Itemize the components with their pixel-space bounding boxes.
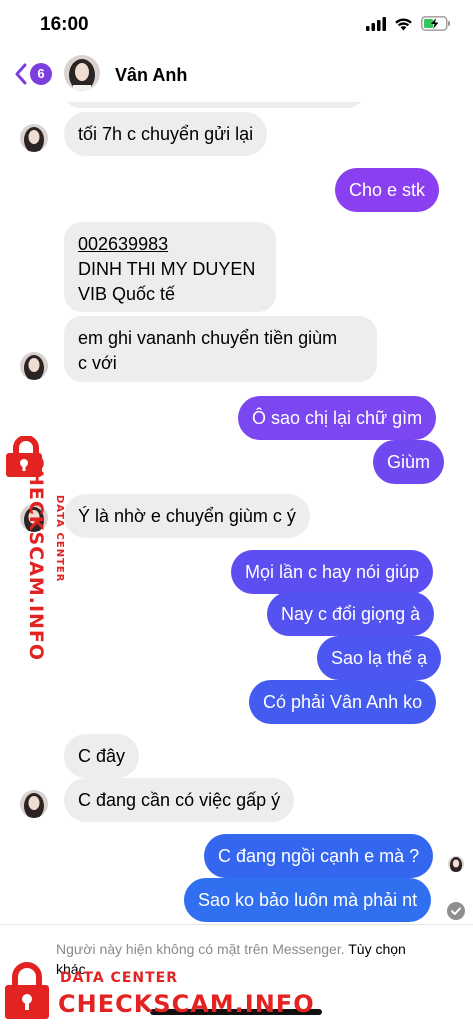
message-bubble-incoming[interactable]: C đây — [64, 734, 140, 778]
messenger-chat-screen: 16:00 6 Vân Anh tối 7h c chuyển gửi lại … — [0, 0, 473, 1024]
message-bubble-incoming[interactable]: em ghi vananh chuyển tiền giùm c với — [64, 316, 377, 382]
watermark-brand: CHECKSCAM.INFO — [58, 990, 315, 1018]
lock-icon — [5, 962, 49, 1019]
sender-avatar — [20, 352, 48, 380]
message-bubble-outgoing[interactable]: Nay c đổi giọng à — [267, 592, 435, 636]
message-bubble-outgoing[interactable]: Sao lạ thế ạ — [317, 636, 442, 680]
message-line: em ghi vananh chuyển tiền giùm — [78, 328, 338, 348]
message-bubble-outgoing[interactable]: Giùm — [373, 440, 445, 484]
message-list[interactable]: tối 7h c chuyển gửi lại Cho e stk 002639… — [0, 102, 473, 924]
message-bubble-outgoing[interactable]: C đang ngồi cạnh e mà ? — [204, 834, 434, 878]
message-bubble-outgoing[interactable]: Có phải Vân Anh ko — [249, 680, 437, 724]
chevron-left-icon — [15, 63, 27, 85]
status-icons — [366, 16, 451, 31]
account-info-bubble[interactable]: 002639983 DINH THI MY DUYEN VIB Quốc tế — [64, 222, 276, 312]
message-bubble-outgoing[interactable]: Ô sao chị lại chữ gìm — [238, 396, 437, 440]
message-bubble-outgoing[interactable]: Sao ko bảo luôn mà phải nt — [184, 878, 432, 922]
status-bar: 16:00 — [0, 0, 473, 50]
account-holder-name: DINH THI MY DUYEN — [78, 259, 256, 279]
status-time: 16:00 — [40, 14, 89, 35]
battery-charging-icon — [421, 16, 450, 31]
wifi-icon — [395, 17, 412, 30]
message-bubble-incoming[interactable]: C đang cần có việc gấp ý — [64, 778, 295, 822]
read-receipt-avatar — [448, 856, 464, 872]
sender-avatar — [20, 790, 48, 818]
message-bubble-incoming[interactable]: tối 7h c chuyển gửi lại — [64, 112, 268, 156]
bank-name: VIB Quốc tế — [78, 284, 176, 304]
watermark-brand: CHECKSCAM.INFO — [25, 455, 47, 662]
message-bubble-outgoing[interactable]: Cho e stk — [335, 168, 440, 212]
message-bubble-incoming[interactable]: Ý là nhờ e chuyển giùm c ý — [64, 494, 310, 538]
watermark-side: CHECKSCAM.INFO DATA CENTER — [2, 436, 65, 676]
notice-text: Người này hiện không có mặt trên Messeng… — [56, 941, 345, 957]
contact-name[interactable]: Vân Anh — [115, 65, 187, 86]
watermark-side-text: CHECKSCAM.INFO DATA CENTER — [25, 455, 65, 695]
message-bubble-outgoing[interactable]: Mọi lần c hay nói giúp — [231, 550, 434, 594]
unread-count-badge: 6 — [30, 63, 52, 85]
cellular-signal-icon — [366, 16, 386, 31]
watermark-bottom: DATA CENTER CHECKSCAM.INFO — [4, 960, 314, 1022]
delivered-check-icon — [447, 902, 465, 920]
contact-avatar[interactable] — [64, 55, 100, 91]
message-bubble-partial[interactable] — [64, 102, 364, 108]
watermark-label: DATA CENTER — [60, 970, 178, 986]
watermark-label: DATA CENTER — [54, 495, 65, 583]
message-line: c với — [78, 353, 117, 373]
back-button[interactable]: 6 — [14, 63, 52, 85]
chat-header: 6 Vân Anh — [0, 50, 473, 102]
sender-avatar — [20, 124, 48, 152]
account-number[interactable]: 002639983 — [78, 232, 262, 257]
